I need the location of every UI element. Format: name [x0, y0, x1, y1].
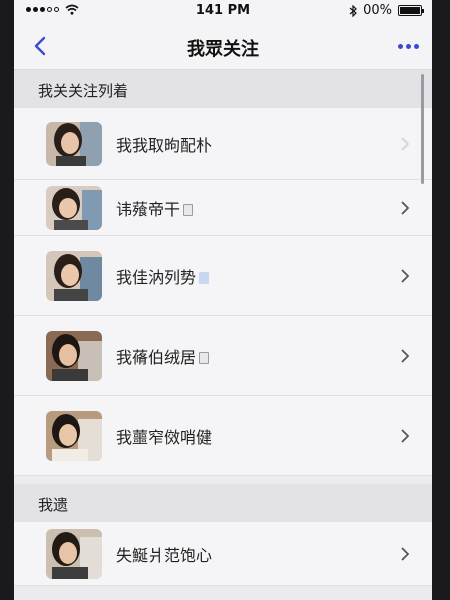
avatar [46, 121, 102, 166]
scrollbar[interactable] [421, 74, 424, 184]
status-right: 00% [349, 3, 424, 18]
avatar [46, 185, 102, 230]
chevron-right-icon [396, 427, 414, 445]
battery-icon [398, 5, 424, 16]
chevron-right-icon [396, 347, 414, 365]
chevron-right-icon [396, 135, 414, 153]
section-header-other: 我遗 [14, 484, 432, 522]
list-item-label: 我佳汭列势 [116, 264, 396, 288]
list-item-label: 讳薞帝干 [116, 196, 396, 220]
verified-badge-icon [183, 203, 194, 216]
bluetooth-icon [349, 4, 357, 17]
section-header-following: 我关关注列着 [14, 70, 432, 108]
status-bar: 141 PM 00% [14, 0, 432, 22]
avatar [46, 330, 102, 381]
more-dots-icon [397, 43, 419, 49]
list-item-label: 我蘁窄傚哨健 [116, 427, 213, 447]
list-item[interactable]: 我蘁窄傚哨健 [14, 396, 432, 476]
avatar [46, 250, 102, 301]
phone-screen: 141 PM 00% 我眾关注 我关关注列着 我我取昫配朴 讳薞帝干 我佳汭列势… [14, 0, 432, 600]
chevron-right-icon [396, 199, 414, 217]
badge-icon [199, 271, 210, 284]
list-item[interactable]: 失鯅爿范饱心 [14, 522, 432, 586]
verified-badge-icon [199, 351, 210, 364]
navigation-bar: 我眾关注 [14, 22, 432, 70]
content-area: 我关关注列着 我我取昫配朴 讳薞帝干 我佳汭列势 我蓨伯绒居 我蘁窄傚哨健 我遗… [14, 70, 432, 600]
avatar [46, 410, 102, 461]
list-item-label: 我我取昫配朴 [116, 135, 213, 155]
list-item[interactable]: 我我取昫配朴 [14, 108, 432, 180]
avatar [46, 528, 102, 579]
list-item-label: 我蓨伯绒居 [116, 344, 396, 368]
list-item[interactable]: 我佳汭列势 [14, 236, 432, 316]
battery-percent: 00% [363, 3, 392, 18]
more-button[interactable] [392, 32, 424, 60]
chevron-right-icon [396, 545, 414, 563]
list-item[interactable]: 讳薞帝干 [14, 180, 432, 236]
list-item-label: 失鯅爿范饱心 [116, 545, 213, 565]
following-list: 我我取昫配朴 讳薞帝干 我佳汭列势 我蓨伯绒居 我蘁窄傚哨健 [14, 108, 432, 476]
other-list: 失鯅爿范饱心 [14, 522, 432, 586]
list-item[interactable]: 我蓨伯绒居 [14, 316, 432, 396]
page-title: 我眾关注 [187, 39, 259, 60]
chevron-right-icon [396, 267, 414, 285]
